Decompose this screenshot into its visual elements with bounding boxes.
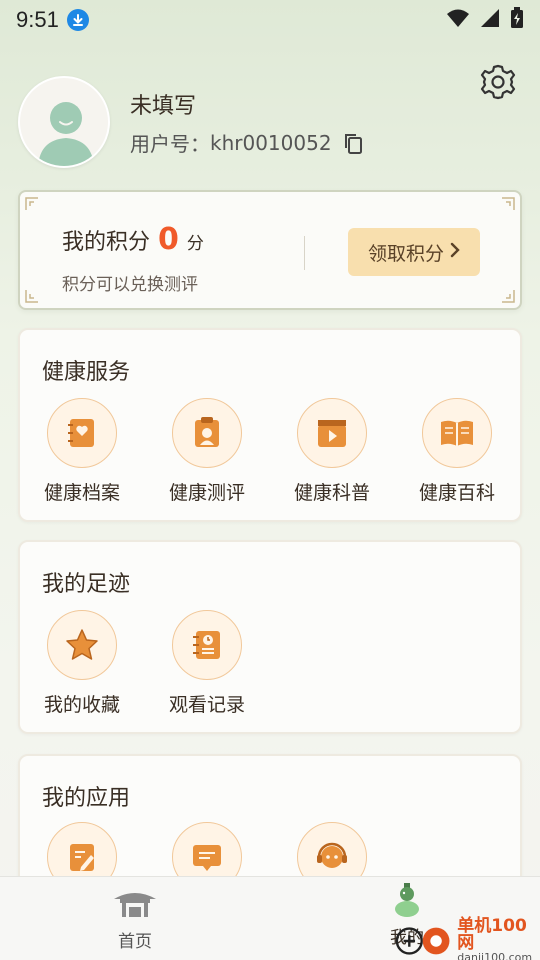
footprints-section: 我的足迹 我的收藏 观看记录 (18, 540, 522, 734)
health-record-label: 健康档案 (43, 482, 120, 504)
health-assessment-item[interactable]: 健康测评 (152, 398, 262, 505)
points-title: 我的积分 (62, 230, 151, 255)
copy-icon[interactable] (342, 132, 364, 154)
divider (304, 236, 305, 270)
watermark: 单机100网 danji100.com (394, 918, 540, 960)
section-title: 我的应用 (42, 786, 131, 811)
points-value: 0 (158, 222, 179, 257)
section-title: 健康服务 (42, 360, 131, 385)
user-id-row: 用户号： khr0010052 (130, 128, 364, 157)
points-description: 积分可以兑换测评 (62, 275, 198, 295)
chevron-right-icon (450, 241, 460, 263)
status-time: 9:51 (16, 7, 59, 32)
gourd-mine-icon (395, 883, 419, 917)
watch-history-label: 观看记录 (168, 694, 245, 716)
health-video-icon (297, 398, 367, 468)
watch-history-item[interactable]: 观看记录 (152, 610, 262, 717)
watermark-cn: 单机100网 (457, 916, 527, 953)
wifi-icon (446, 8, 470, 32)
health-video-item[interactable]: 健康科普 (277, 398, 387, 505)
settings-gear-icon[interactable] (478, 62, 518, 102)
watch-history-icon (172, 610, 242, 680)
avatar[interactable] (18, 76, 110, 168)
health-encyclopedia-icon (422, 398, 492, 468)
status-bar: 9:51 (0, 0, 540, 40)
health-encyclopedia-label: 健康百科 (418, 482, 495, 504)
claim-points-button[interactable]: 领取积分 (348, 228, 480, 276)
download-icon (66, 9, 89, 31)
corner-ornament-icon (25, 290, 38, 303)
battery-icon (510, 7, 524, 33)
health-record-item[interactable]: 健康档案 (27, 398, 137, 505)
corner-ornament-icon (502, 290, 515, 303)
claim-points-label: 领取积分 (367, 242, 444, 265)
signal-icon (480, 8, 500, 32)
pavilion-home-icon (114, 893, 156, 917)
health-encyclopedia-item[interactable]: 健康百科 (402, 398, 512, 505)
health-assessment-label: 健康测评 (168, 482, 245, 504)
corner-ornament-icon (502, 197, 515, 210)
points-title-row: 我的积分 0 分 (62, 222, 204, 257)
watermark-text: 单机100网 danji100.com (457, 918, 540, 960)
points-card: 我的积分 0 分 积分可以兑换测评 领取积分 (18, 190, 522, 310)
user-id-label: 用户号： (130, 132, 210, 156)
watermark-en: danji100.com (457, 951, 533, 960)
nav-home-label: 首页 (118, 932, 152, 952)
health-record-icon (47, 398, 117, 468)
points-unit: 分 (186, 234, 204, 254)
health-assessment-icon (172, 398, 242, 468)
watermark-logo-icon (395, 926, 450, 955)
corner-ornament-icon (25, 197, 38, 210)
section-title: 我的足迹 (42, 572, 131, 597)
health-services-section: 健康服务 健康档案 健康测评 健康科普 健康百科 (18, 328, 522, 522)
health-video-label: 健康科普 (293, 482, 370, 504)
user-id-value: khr0010052 (210, 130, 332, 155)
favorites-label: 我的收藏 (43, 694, 120, 716)
favorites-item[interactable]: 我的收藏 (27, 610, 137, 717)
nav-home-tab[interactable]: 首页 (100, 887, 170, 952)
username: 未填写 (130, 94, 197, 119)
star-icon (47, 610, 117, 680)
